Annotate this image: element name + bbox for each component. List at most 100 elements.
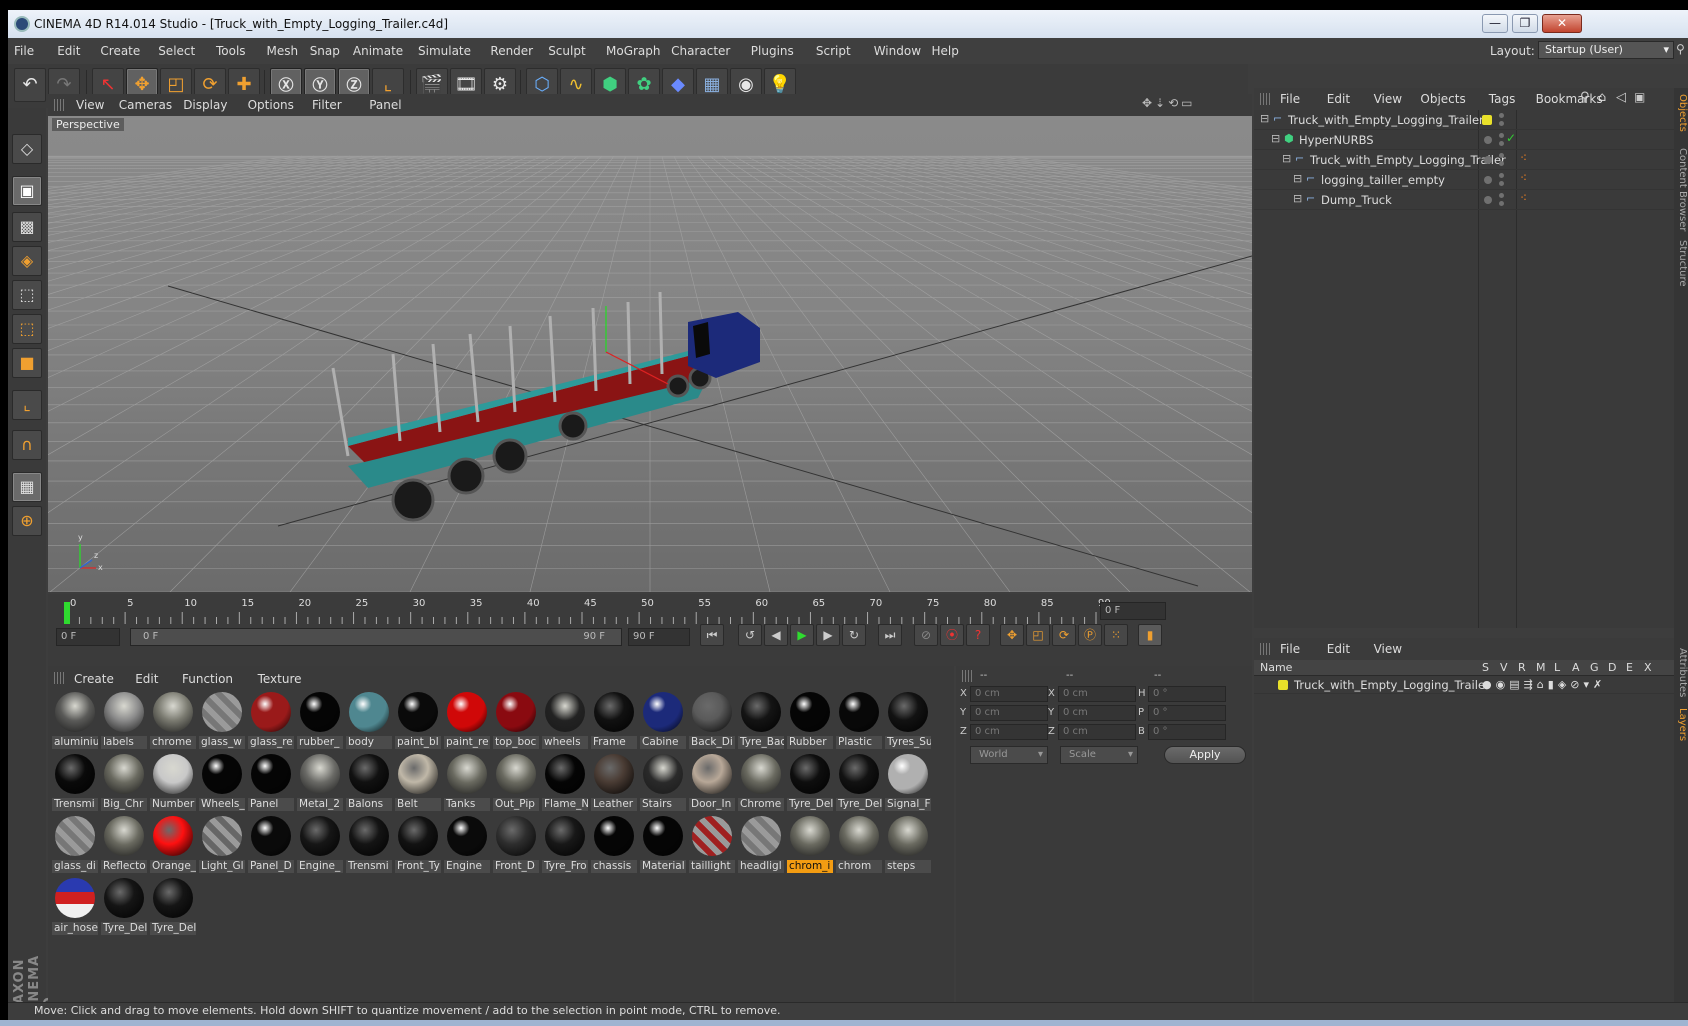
object-row[interactable]: ⊟ ⌐ logging_tailler_empty ⁖ — [1254, 170, 1674, 190]
tree-expand-icon[interactable]: ⊟ — [1271, 132, 1280, 145]
material-swatch[interactable]: Trensmi — [52, 752, 98, 812]
layer-column-header[interactable]: G — [1590, 661, 1599, 674]
material-swatch[interactable]: aluminiu — [52, 690, 98, 750]
menu-mesh[interactable]: Mesh — [267, 44, 299, 58]
material-swatch[interactable]: Metal_2 — [297, 752, 343, 812]
material-swatch[interactable]: labels — [101, 690, 147, 750]
coordinate-field[interactable]: 0 ° — [1148, 705, 1226, 721]
polygons-mode-icon[interactable]: ■ — [12, 348, 42, 378]
object-row[interactable]: ⊟ ⬢ HyperNURBS ✓ — [1254, 130, 1674, 150]
tree-expand-icon[interactable]: ⊟ — [1293, 192, 1302, 205]
material-swatch[interactable]: Reflecto — [101, 814, 147, 874]
material-swatch[interactable]: Tyre_Del — [150, 876, 196, 936]
object-row[interactable]: ⊟ ⌐ Truck_with_Empty_Logging_Trailer ⁖ — [1254, 150, 1674, 170]
material-swatch[interactable]: Trensmi — [346, 814, 392, 874]
tree-expand-icon[interactable]: ⊟ — [1293, 172, 1302, 185]
viewport-menu-panel[interactable]: Panel — [369, 98, 401, 112]
editor-visibility-dot[interactable] — [1484, 136, 1492, 144]
layer-toggle-icons[interactable]: ●◉▤⇶⌂▮◈⊘▾✗ — [1482, 678, 1606, 691]
step-forward-icon[interactable]: ▶ — [816, 624, 840, 646]
phong-tag-icon[interactable]: ⁖ — [1520, 171, 1527, 185]
current-frame-field[interactable]: 0 F — [1100, 602, 1166, 620]
material-swatch[interactable]: Front_Ty — [395, 814, 441, 874]
maximize-button[interactable]: ❐ — [1512, 14, 1538, 33]
render-visibility-dot[interactable] — [1499, 113, 1504, 118]
key-scale-icon[interactable]: ◰ — [1026, 624, 1050, 646]
auto-key-icon[interactable]: ⦿ — [940, 624, 964, 646]
material-swatch[interactable]: Tyre_Bac — [738, 690, 784, 750]
material-swatch[interactable]: Engine_ — [297, 814, 343, 874]
object-menu-file[interactable]: File — [1280, 92, 1300, 106]
grip-icon[interactable] — [1260, 643, 1270, 655]
material-swatch[interactable]: Door_In — [689, 752, 735, 812]
material-swatch[interactable]: Orange_ — [150, 814, 196, 874]
render-visibility-dot[interactable] — [1499, 133, 1504, 138]
edges-mode-icon[interactable]: ⬚ — [12, 314, 42, 344]
layer-menu-file[interactable]: File — [1280, 642, 1300, 656]
material-swatch[interactable]: Leather — [591, 752, 637, 812]
menu-window[interactable]: Window — [874, 44, 921, 58]
tab-structure[interactable]: Structure — [1674, 240, 1688, 287]
material-swatch[interactable]: steps — [885, 814, 931, 874]
coordinate-field[interactable]: 0 cm — [970, 705, 1048, 721]
material-swatch[interactable]: chrome — [150, 690, 196, 750]
key-pla-icon[interactable]: ⁙ — [1104, 624, 1128, 646]
apply-button[interactable]: Apply — [1164, 746, 1246, 764]
menu-help[interactable]: Help — [932, 44, 959, 58]
material-swatch[interactable]: Out_Pip — [493, 752, 539, 812]
material-swatch[interactable]: Number — [150, 752, 196, 812]
tree-expand-icon[interactable]: ⊟ — [1260, 112, 1269, 125]
layer-menu-edit[interactable]: Edit — [1327, 642, 1350, 656]
viewport-menu-view[interactable]: View — [76, 98, 104, 112]
tab-attributes[interactable]: Attributes — [1674, 648, 1688, 697]
close-button[interactable]: ✕ — [1542, 14, 1582, 33]
menu-sculpt[interactable]: Sculpt — [548, 44, 585, 58]
step-forward-key-icon[interactable]: ↻ — [842, 624, 866, 646]
grip-icon[interactable] — [1260, 93, 1270, 105]
coordinate-field[interactable]: 0 cm — [970, 724, 1048, 740]
render-visibility-dot[interactable] — [1499, 153, 1504, 158]
3d-viewport[interactable]: Perspective y x z — [48, 116, 1252, 592]
material-swatch[interactable]: Belt — [395, 752, 441, 812]
material-swatch[interactable]: paint_re — [444, 690, 490, 750]
play-icon[interactable]: ▶ — [790, 624, 814, 646]
material-swatch[interactable]: Material — [640, 814, 686, 874]
menu-select[interactable]: Select — [158, 44, 195, 58]
menu-create[interactable]: Create — [100, 44, 140, 58]
material-swatch[interactable]: Panel — [248, 752, 294, 812]
material-swatch[interactable]: Stairs — [640, 752, 686, 812]
nav-back-icon[interactable]: ◁ — [1616, 90, 1626, 105]
viewport-menu-cameras[interactable]: Cameras — [119, 98, 172, 112]
render-visibility-dot[interactable] — [1499, 173, 1504, 178]
record-keys-icon[interactable]: ⊘ — [914, 624, 938, 646]
menu-animate[interactable]: Animate — [353, 44, 403, 58]
transform-mode-dropdown[interactable]: Scale ▾ — [1060, 746, 1138, 764]
material-swatch[interactable]: Engine — [444, 814, 490, 874]
layer-color-swatch[interactable] — [1278, 680, 1288, 690]
layer-column-header[interactable]: D — [1608, 661, 1616, 674]
menu-render[interactable]: Render — [490, 44, 533, 58]
phong-tag-icon[interactable]: ⁖ — [1520, 191, 1527, 205]
layer-column-header[interactable]: S — [1482, 661, 1489, 674]
range-slider[interactable]: 0 F 90 F — [130, 628, 622, 646]
render-visibility-dot[interactable] — [1499, 141, 1504, 146]
viewport-menu-filter[interactable]: Filter — [312, 98, 342, 112]
menu-edit[interactable]: Edit — [57, 44, 80, 58]
material-swatch[interactable]: paint_bl — [395, 690, 441, 750]
layer-menu-view[interactable]: View — [1374, 642, 1402, 656]
grip-icon[interactable] — [962, 670, 972, 682]
enabled-check-icon[interactable]: ✓ — [1506, 131, 1516, 145]
step-back-icon[interactable]: ◀ — [764, 624, 788, 646]
material-swatch[interactable]: wheels — [542, 690, 588, 750]
viewport-nav-icons[interactable]: ✥⇣⟲▭ — [1142, 96, 1196, 110]
make-editable-icon[interactable]: ◇ — [12, 134, 42, 164]
material-swatch[interactable]: glass_di — [52, 814, 98, 874]
object-menu-bookmarks[interactable]: Bookmarks — [1536, 92, 1603, 106]
material-swatch[interactable]: top_boc — [493, 690, 539, 750]
material-menu-function[interactable]: Function — [182, 672, 233, 686]
search-icon[interactable]: ⚲ — [1676, 42, 1688, 58]
tab-content-browser[interactable]: Content Browser — [1674, 148, 1688, 231]
new-view-icon[interactable]: ▣ — [1634, 90, 1645, 104]
render-visibility-dot[interactable] — [1499, 181, 1504, 186]
object-row[interactable]: ⊟ ⌐ Truck_with_Empty_Logging_Trailer — [1254, 110, 1674, 130]
